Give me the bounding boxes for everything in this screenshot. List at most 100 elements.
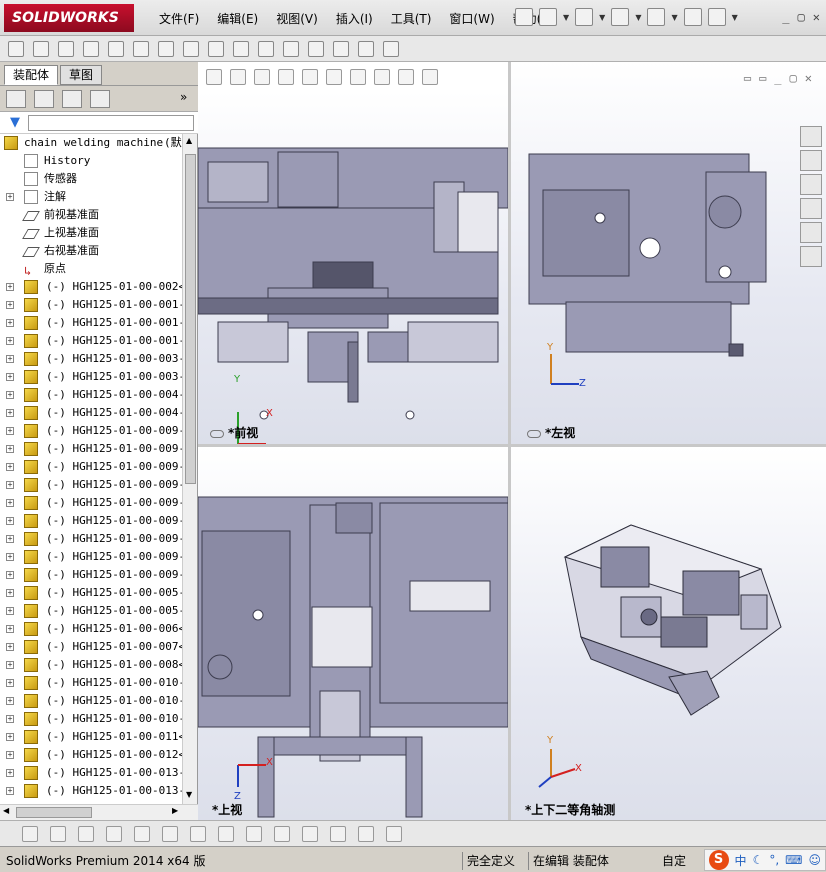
- restore-icon[interactable]: ▢: [798, 10, 805, 24]
- new-part-icon[interactable]: [33, 40, 49, 57]
- pin-icon[interactable]: [515, 8, 533, 26]
- punctuation-icon[interactable]: °,: [769, 853, 779, 867]
- print-icon[interactable]: [647, 8, 666, 26]
- rebuild-traffic-light-icon[interactable]: [683, 8, 702, 26]
- tree-item[interactable]: + (-) HGH125-01-00-007<1>: [0, 638, 182, 656]
- tree-item[interactable]: + (-) HGH125-01-00-009-5<: [0, 494, 182, 512]
- expand-node-icon[interactable]: +: [6, 409, 14, 417]
- apply-scene-icon[interactable]: [398, 69, 414, 85]
- menu-view[interactable]: 视图(V): [267, 9, 327, 29]
- expand-node-icon[interactable]: +: [6, 661, 14, 669]
- ime-mode[interactable]: 中: [735, 852, 747, 869]
- explode-line-sketch-icon[interactable]: [333, 40, 349, 57]
- line-icon[interactable]: [78, 825, 94, 842]
- menu-tools[interactable]: 工具(T): [382, 9, 441, 29]
- expand-node-icon[interactable]: +: [6, 769, 14, 777]
- tree-item[interactable]: + 注解: [0, 188, 182, 206]
- custom-properties-icon[interactable]: [800, 246, 822, 267]
- tree-item[interactable]: 上视基准面: [0, 224, 182, 242]
- assembly-features-icon[interactable]: [208, 40, 224, 57]
- expand-node-icon[interactable]: +: [6, 535, 14, 543]
- tree-root[interactable]: chain welding machine (默: [0, 134, 182, 152]
- tree-item[interactable]: + (-) HGH125-01-00-009-2<: [0, 458, 182, 476]
- tree-item[interactable]: + (-) HGH125-01-00-011<1>: [0, 728, 182, 746]
- tree-item[interactable]: 右视基准面: [0, 242, 182, 260]
- configuration-manager-icon[interactable]: [62, 90, 82, 108]
- tree-item[interactable]: + (-) HGH125-01-00-009-9<: [0, 566, 182, 584]
- tree-item[interactable]: + (-) HGH125-01-00-010-1<: [0, 692, 182, 710]
- expand-node-icon[interactable]: +: [6, 373, 14, 381]
- expand-panel-icon[interactable]: »: [180, 90, 187, 104]
- solidworks-resources-icon[interactable]: [800, 126, 822, 147]
- help-question-icon[interactable]: [707, 8, 726, 26]
- moon-icon[interactable]: ☾: [753, 853, 764, 867]
- tab-assembly[interactable]: 装配体: [4, 65, 59, 85]
- expand-node-icon[interactable]: +: [6, 301, 14, 309]
- expand-node-icon[interactable]: +: [6, 589, 14, 597]
- four-view-icon[interactable]: [386, 825, 402, 842]
- view-palette-icon[interactable]: [800, 198, 822, 219]
- scroll-left-icon[interactable]: ◀: [3, 806, 9, 815]
- link-views-icon[interactable]: [527, 429, 541, 438]
- tree-item[interactable]: + (-) HGH125-01-00-009-1<: [0, 440, 182, 458]
- expand-node-icon[interactable]: +: [6, 733, 14, 741]
- bill-of-materials-icon[interactable]: [283, 40, 299, 57]
- mirror-icon[interactable]: [218, 825, 234, 842]
- scroll-right-icon[interactable]: ▶: [172, 806, 178, 815]
- tree-item[interactable]: + (-) HGH125-01-00-009-3<: [0, 422, 182, 440]
- reference-geometry-icon[interactable]: [233, 40, 249, 57]
- expand-node-icon[interactable]: +: [6, 337, 14, 345]
- close-icon[interactable]: ✕: [813, 10, 820, 24]
- property-manager-icon[interactable]: [34, 90, 54, 108]
- save-icon[interactable]: [611, 8, 630, 26]
- mate-icon[interactable]: [83, 40, 99, 57]
- expand-node-icon[interactable]: +: [6, 283, 14, 291]
- tree-item[interactable]: + (-) HGH125-01-00-013-2<: [0, 782, 182, 800]
- tree-item[interactable]: + (-) HGH125-01-00-010-3<: [0, 710, 182, 728]
- shaded-view-icon[interactable]: [330, 825, 346, 842]
- viewport-minimize-icon[interactable]: _: [774, 71, 781, 85]
- link-views-icon[interactable]: [210, 429, 224, 438]
- viewport-front[interactable]: Y X *前视: [198, 92, 508, 444]
- expand-node-icon[interactable]: +: [6, 193, 14, 201]
- tree-item[interactable]: + (-) HGH125-01-00-008<1>: [0, 656, 182, 674]
- status-custom[interactable]: 自定: [662, 852, 686, 870]
- expand-node-icon[interactable]: +: [6, 697, 14, 705]
- expand-node-icon[interactable]: +: [6, 427, 14, 435]
- tree-item[interactable]: + (-) HGH125-01-00-005-1<: [0, 584, 182, 602]
- pattern-icon[interactable]: [108, 40, 124, 57]
- expand-node-icon[interactable]: +: [6, 607, 14, 615]
- attach-icon[interactable]: [58, 40, 74, 57]
- tree-item[interactable]: + (-) HGH125-01-00-003-2<: [0, 368, 182, 386]
- display-manager-icon[interactable]: [90, 90, 110, 108]
- instant3d-icon[interactable]: [383, 40, 399, 57]
- viewport-expand-icon[interactable]: ▭: [759, 71, 766, 85]
- tree-item[interactable]: + (-) HGH125-01-00-002<1>: [0, 278, 182, 296]
- tree-item[interactable]: + (-) HGH125-01-00-009-4<: [0, 476, 182, 494]
- dimension-icon[interactable]: [246, 825, 262, 842]
- display-style-icon[interactable]: [326, 69, 342, 85]
- tree-item[interactable]: + (-) HGH125-01-00-003-1<: [0, 350, 182, 368]
- feature-manager-tree-icon[interactable]: [6, 90, 26, 108]
- expand-node-icon[interactable]: +: [6, 553, 14, 561]
- expand-node-icon[interactable]: +: [6, 679, 14, 687]
- tree-item[interactable]: + (-) HGH125-01-00-009-8<: [0, 548, 182, 566]
- menu-edit[interactable]: 编辑(E): [208, 9, 267, 29]
- expand-node-icon[interactable]: +: [6, 355, 14, 363]
- file-explorer-icon[interactable]: [800, 174, 822, 195]
- filter-funnel-icon[interactable]: ▼: [10, 115, 20, 130]
- expand-node-icon[interactable]: +: [6, 391, 14, 399]
- viewport-top[interactable]: X Z *上视: [198, 447, 508, 820]
- move-component-icon[interactable]: [158, 40, 174, 57]
- new-motion-study-icon[interactable]: [258, 40, 274, 57]
- scroll-up-icon[interactable]: ▲: [186, 136, 192, 145]
- interference-detection-icon[interactable]: [358, 40, 374, 57]
- tree-vertical-scrollbar[interactable]: ▲ ▼: [182, 134, 197, 804]
- polygon-icon[interactable]: [106, 825, 122, 842]
- chevron-down-icon[interactable]: ▼: [671, 13, 677, 22]
- expand-node-icon[interactable]: +: [6, 445, 14, 453]
- viewport-left[interactable]: ▭ ▭ _ ▢ ✕ Y Z *左视: [511, 62, 826, 444]
- expand-node-icon[interactable]: +: [6, 481, 14, 489]
- viewport-isometric[interactable]: Y X *上下二等角轴测: [511, 447, 826, 820]
- sogou-ime-icon[interactable]: S: [708, 850, 729, 870]
